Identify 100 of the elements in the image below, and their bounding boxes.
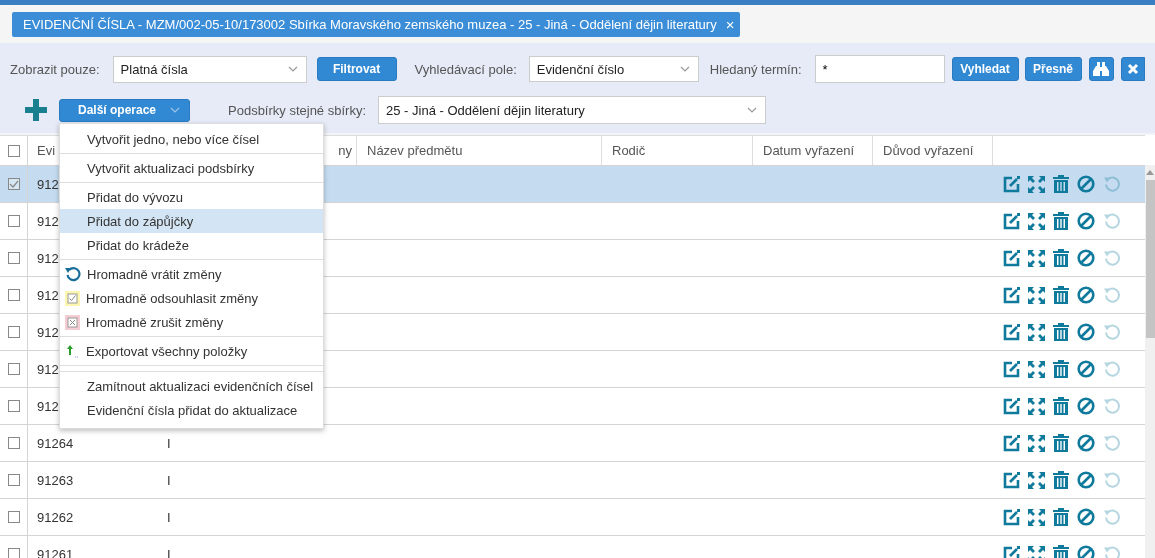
row-checkbox[interactable] [7,363,20,375]
edit-icon[interactable] [1003,545,1020,558]
menu-item[interactable]: Zamítnout aktualizaci evidenčních čísel [60,374,323,398]
table-cell: 91263 [37,472,74,488]
trash-icon[interactable] [1053,249,1069,267]
search-button[interactable]: Vyhledat [951,57,1019,81]
trash-icon[interactable] [1053,323,1069,341]
filter-button[interactable]: Filtrovat [316,57,397,81]
scroll-up-icon[interactable] [1146,170,1154,175]
scrollbar-thumb[interactable] [1145,180,1155,338]
row-checkbox[interactable] [7,474,20,486]
trash-icon[interactable] [1053,545,1069,558]
row-checkbox[interactable] [7,326,20,338]
show-only-select[interactable]: Platná čísla [112,55,307,83]
row-checkbox[interactable] [7,178,20,190]
column-header[interactable]: Název předmětu [367,143,463,158]
row-checkbox[interactable] [7,289,20,301]
block-icon[interactable] [1077,434,1095,452]
column-header[interactable]: Rodič [612,143,646,158]
menu-item[interactable]: Exportovat všechny položky [60,339,323,363]
column-header[interactable]: ny [338,143,352,158]
scrollbar[interactable] [1145,165,1155,558]
expand-icon[interactable] [1028,249,1045,267]
edit-icon[interactable] [1003,397,1020,415]
edit-icon[interactable] [1003,360,1020,378]
menu-item[interactable]: Hromadně vrátit změny [60,262,323,286]
more-operations-button[interactable]: Další operace [59,98,190,122]
trash-icon[interactable] [1053,175,1069,193]
menu-item[interactable]: Vytvořit aktualizaci podsbírky [60,156,323,180]
document-tab[interactable]: EVIDENČNÍ ČÍSLA - MZM/002-05-10/173002 Sbírka Moravského zemského muzea - 25 - Jiná - Oddělení dějin literatury × [12,12,741,37]
close-tab-button[interactable]: × [725,16,735,33]
edit-icon[interactable] [1003,323,1020,341]
expand-icon[interactable] [1028,323,1045,341]
menu-item[interactable]: Vytvořit jedno, nebo více čísel [60,127,323,151]
undo-icon [65,266,81,282]
binoculars-button[interactable] [1088,57,1114,81]
trash-icon[interactable] [1053,471,1069,489]
expand-icon[interactable] [1028,175,1045,193]
edit-icon[interactable] [1003,508,1020,526]
row-checkbox[interactable] [7,511,20,523]
block-icon[interactable] [1077,360,1095,378]
edit-icon[interactable] [1003,434,1020,452]
expand-icon[interactable] [1028,360,1045,378]
select-all-checkbox[interactable] [7,144,20,157]
edit-icon[interactable] [1003,286,1020,304]
block-icon[interactable] [1077,249,1095,267]
menu-item[interactable]: Hromadně odsouhlasit změny [60,286,323,310]
menu-item[interactable]: Evidenční čísla přidat do aktualizace [60,398,323,422]
table-cell: 912 [37,176,59,192]
search-field-select[interactable]: Evidenční číslo [528,56,699,82]
menu-item[interactable]: Přidat do zápůjčky [60,209,323,233]
block-icon[interactable] [1077,471,1095,489]
expand-icon[interactable] [1028,434,1045,452]
expand-icon[interactable] [1028,508,1045,526]
expand-icon[interactable] [1028,212,1045,230]
table-cell: I [167,472,171,488]
trash-icon[interactable] [1053,212,1069,230]
trash-icon[interactable] [1053,508,1069,526]
chevron-down-icon [679,66,690,72]
search-field-label: Vyhledávací pole: [414,61,517,77]
checkbox-cross-icon [65,314,80,330]
block-icon[interactable] [1077,323,1095,341]
expand-icon[interactable] [1028,471,1045,489]
exact-search-button[interactable]: Přesně [1024,57,1082,81]
row-checkbox[interactable] [7,215,20,227]
table-cell: 91264 [37,435,74,451]
edit-icon[interactable] [1003,212,1020,230]
block-icon[interactable] [1077,212,1095,230]
edit-icon[interactable] [1003,249,1020,267]
binoculars-icon [1093,62,1109,76]
row-checkbox[interactable] [7,437,20,449]
expand-icon[interactable] [1028,286,1045,304]
block-icon[interactable] [1077,545,1095,558]
block-icon[interactable] [1077,175,1095,193]
column-header[interactable]: Evi [37,143,56,158]
menu-item[interactable]: Přidat do vývozu [60,185,323,209]
trash-icon[interactable] [1053,286,1069,304]
block-icon[interactable] [1077,286,1095,304]
expand-icon[interactable] [1028,545,1045,558]
row-checkbox[interactable] [7,400,20,412]
block-icon[interactable] [1077,508,1095,526]
clear-button[interactable] [1120,57,1145,81]
row-checkbox[interactable] [7,548,20,558]
trash-icon[interactable] [1053,434,1069,452]
edit-icon[interactable] [1003,175,1020,193]
menu-item[interactable]: Hromadně zrušit změny [60,310,323,334]
trash-icon[interactable] [1053,360,1069,378]
chevron-down-icon [170,107,181,113]
menu-item[interactable]: Přidat do krádeže [60,233,323,257]
column-header[interactable]: Důvod vyřazení [883,143,974,158]
subcollection-select[interactable]: 25 - Jiná - Oddělení dějin literatury [378,96,766,124]
column-header[interactable]: Datum vyřazení [763,143,855,158]
expand-icon[interactable] [1028,397,1045,415]
table-cell: 91262 [37,509,74,525]
search-term-input[interactable]: * [814,55,945,83]
row-checkbox[interactable] [7,252,20,264]
add-icon[interactable] [25,99,47,121]
trash-icon[interactable] [1053,397,1069,415]
block-icon[interactable] [1077,397,1095,415]
edit-icon[interactable] [1003,471,1020,489]
